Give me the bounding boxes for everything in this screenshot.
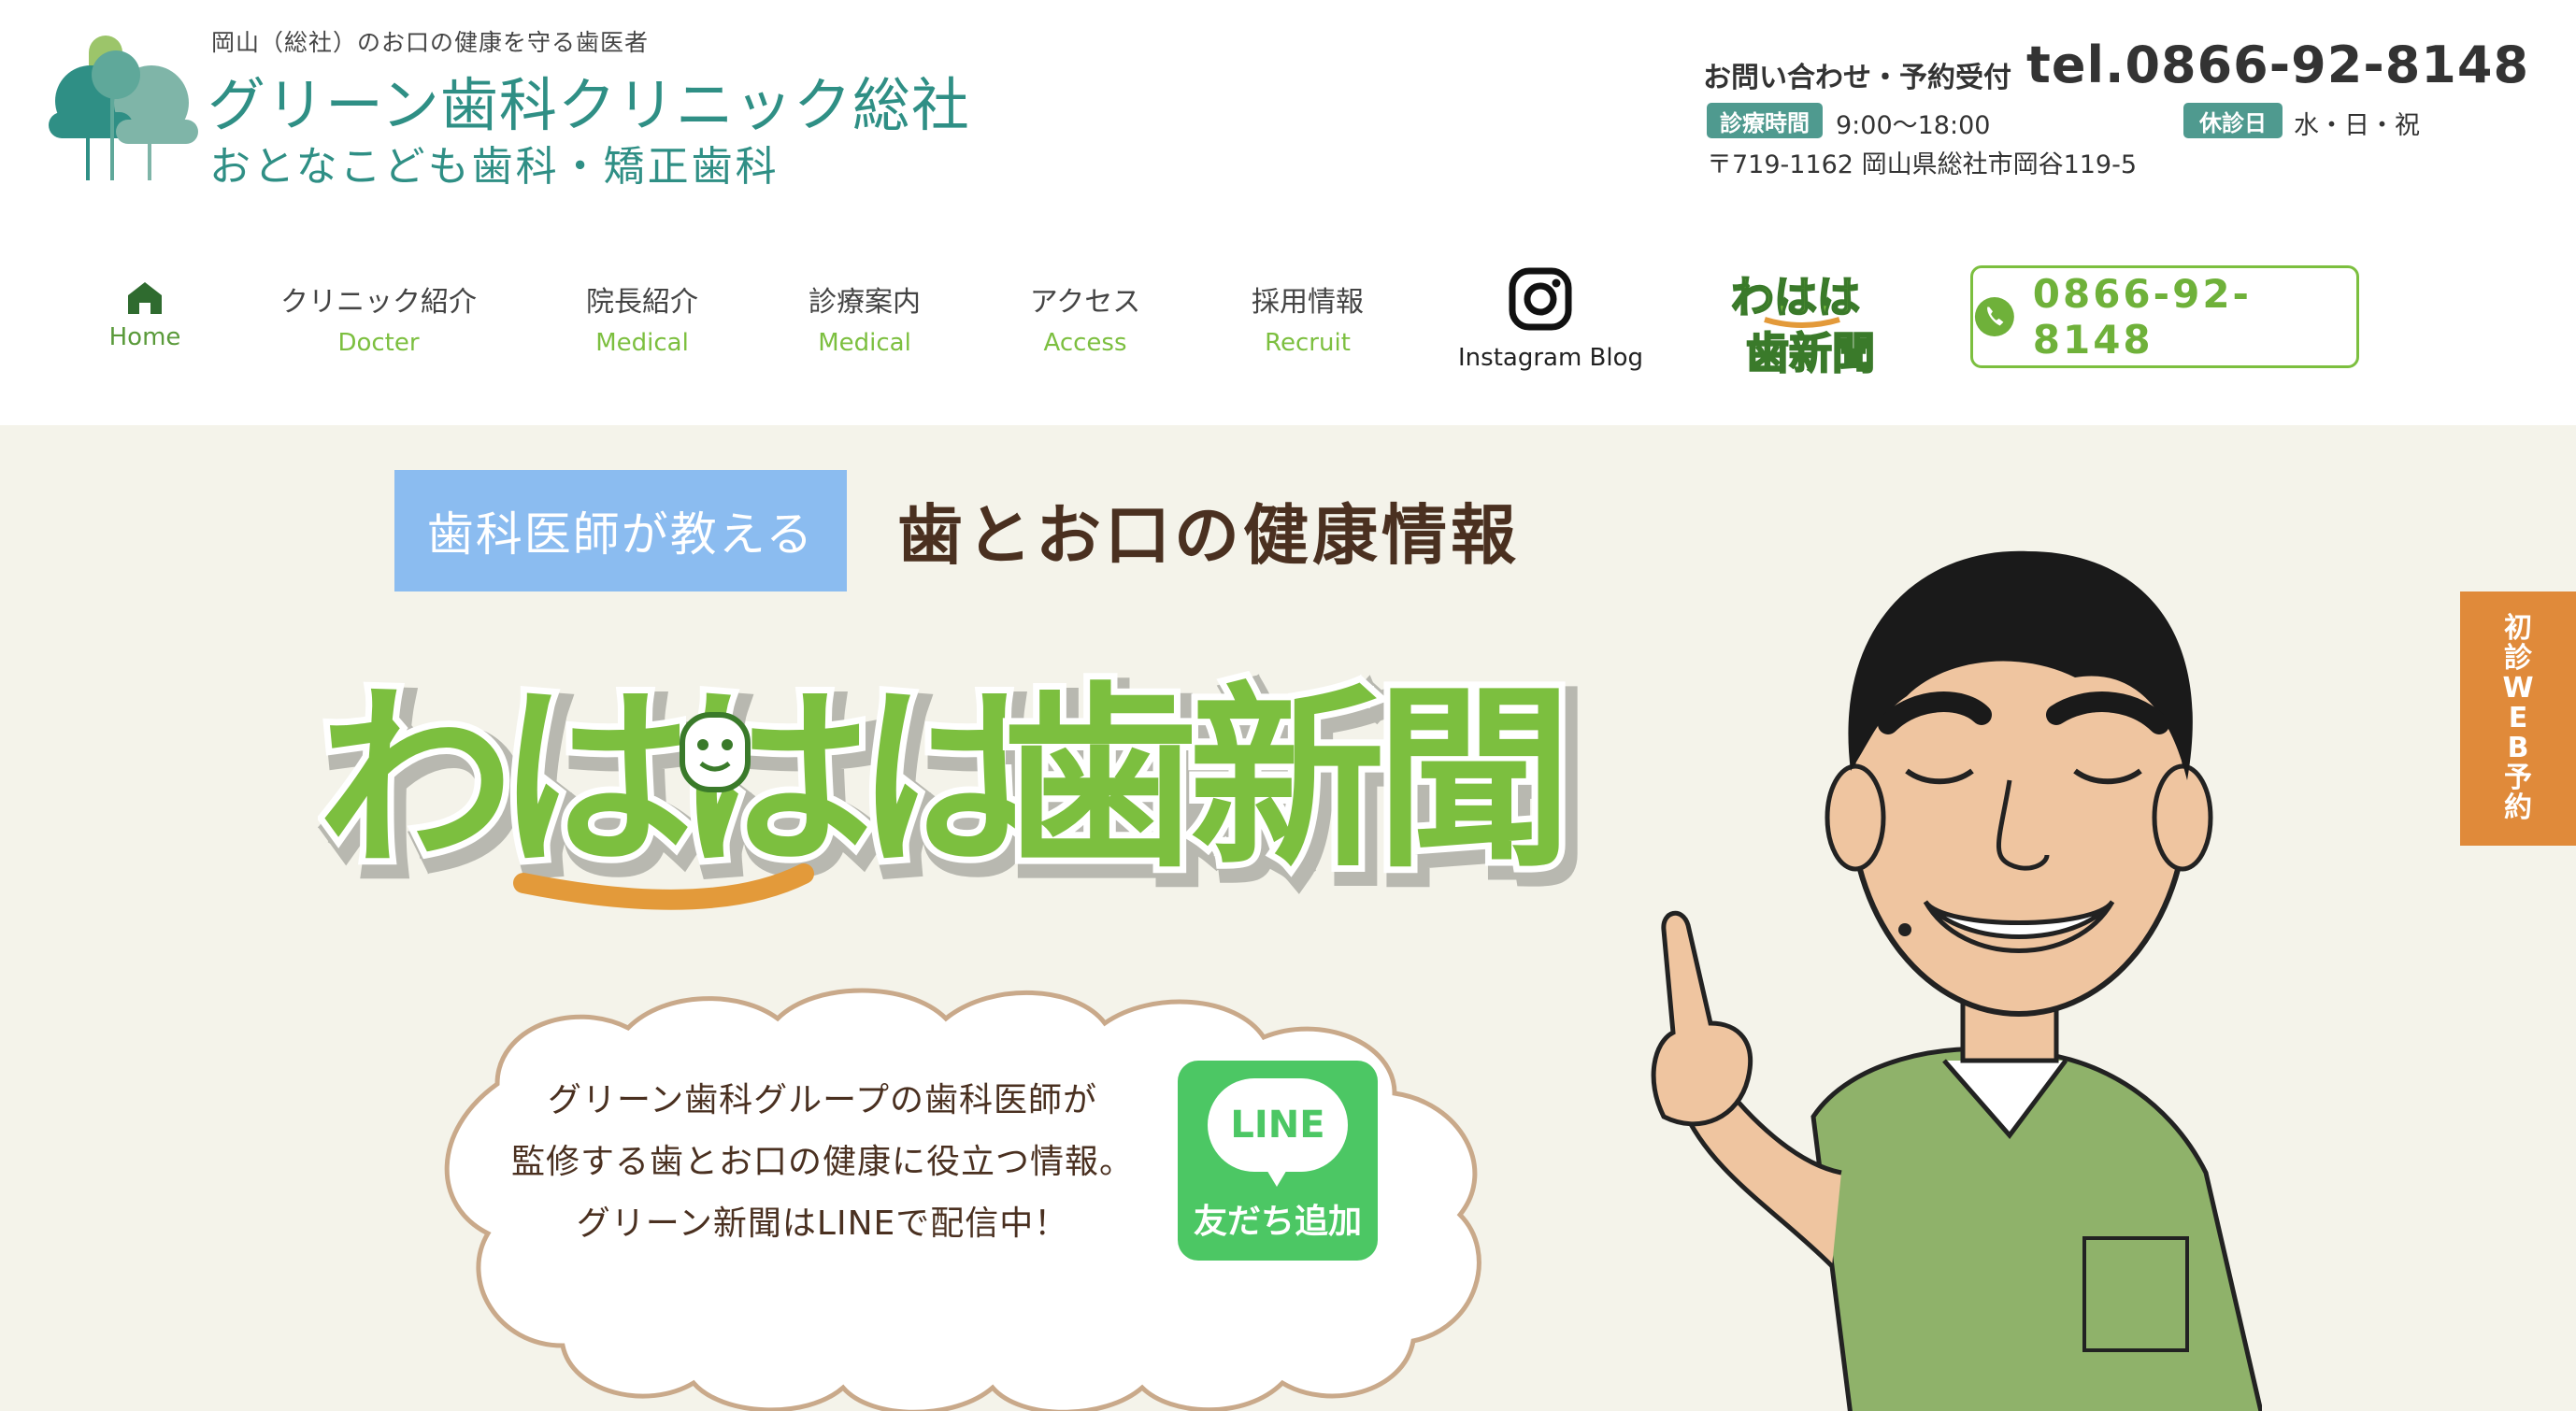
nav-clinic-jp: クリニック紹介 <box>280 286 477 319</box>
svg-text:歯新聞: 歯新聞 <box>1746 328 1875 378</box>
line-logo: LINE <box>1208 1078 1348 1187</box>
phone-icon <box>1974 297 2014 336</box>
tagline: 岡山（総社）のお口の健康を守る歯医者 <box>211 29 650 56</box>
side-tab-char-3: W <box>2502 672 2534 705</box>
hero-label: 歯科医師が教える <box>394 470 847 591</box>
contact-tel[interactable]: tel.0866-92-8148 <box>2026 36 2529 94</box>
nav-director-en: Medical <box>595 329 689 357</box>
closed-value: 水・日・祝 <box>2294 111 2420 140</box>
closed-badge: 休診日 <box>2183 103 2283 138</box>
nav-home-label: Home <box>108 323 181 351</box>
nav-director-jp: 院長紹介 <box>586 286 698 319</box>
line-add-friend-label: 友だち追加 <box>1193 1203 1362 1241</box>
side-tab-char-2: 診 <box>2504 642 2532 675</box>
nav-home[interactable]: Home <box>103 278 187 351</box>
nav-recruit[interactable]: 採用情報 Recruit <box>1245 278 1370 357</box>
cloud-text: グリーン歯科グループの歯科医師が 監修する歯とお口の健康に役立つ情報。 グリーン… <box>486 1070 1159 1255</box>
tree-logo-icon[interactable] <box>49 26 198 180</box>
side-tab-char-5: B <box>2507 732 2529 764</box>
cloud-line-1: グリーン歯科グループの歯科医師が <box>547 1081 1098 1119</box>
clinic-subtitle: おとなこども歯科・矯正歯科 <box>209 143 780 191</box>
nav-treatment[interactable]: 診療案内 Medical <box>802 278 927 357</box>
instagram-icon <box>1509 267 1571 331</box>
nav-clinic[interactable]: クリニック紹介 Docter <box>277 278 480 357</box>
tel-button[interactable]: 0866-92-8148 <box>1970 265 2359 368</box>
address: 〒719-1162 岡山県総社市岡谷119-5 <box>1707 150 2138 179</box>
hero-section: 歯科医師が教える 歯とお口の健康情報 わははは わははは 歯新聞 歯新聞 グリー… <box>0 425 2576 1411</box>
svg-text:歯新聞: 歯新聞 <box>1002 665 1563 894</box>
instagram-label: Instagram Blog <box>1458 344 1644 372</box>
side-tab-char-4: E <box>2508 702 2528 734</box>
wahaha-big-logo: わははは わははは 歯新聞 歯新聞 <box>318 659 1580 915</box>
contact-label: お問い合わせ・予約受付 <box>1703 62 2011 94</box>
hours-value: 9:00〜18:00 <box>1836 111 1991 140</box>
hours-badge: 診療時間 <box>1707 103 1823 138</box>
first-visit-web-booking-tab[interactable]: 初 診 W E B 予 約 <box>2460 591 2576 846</box>
wahaha-newspaper-logo[interactable]: わはは 歯新聞 <box>1727 264 1896 378</box>
svg-text:わははは: わははは <box>318 665 1047 894</box>
side-tab-char-1: 初 <box>2504 612 2532 645</box>
nav-director[interactable]: 院長紹介 Medical <box>580 278 705 357</box>
nav-recruit-jp: 採用情報 <box>1252 286 1364 319</box>
home-icon <box>128 282 162 314</box>
clinic-name[interactable]: グリーン歯科クリニック総社 <box>208 58 970 142</box>
nav-clinic-en: Docter <box>337 329 420 357</box>
cloud-line-3: グリーン新聞はLINEで配信中！ <box>576 1204 1069 1243</box>
nav-treatment-en: Medical <box>818 329 911 357</box>
nav-access-en: Access <box>1043 329 1127 357</box>
nav-access-jp: アクセス <box>1029 286 1141 319</box>
nav-instagram[interactable]: Instagram Blog <box>1458 265 1644 372</box>
side-tab-char-7: 約 <box>2504 791 2532 824</box>
cloud-line-2: 監修する歯とお口の健康に役立つ情報。 <box>510 1143 1134 1181</box>
nav-access[interactable]: アクセス Access <box>1023 278 1148 357</box>
doctor-illustration <box>1651 550 2262 1411</box>
side-tab-char-6: 予 <box>2504 762 2532 794</box>
tel-button-number: 0866-92-8148 <box>2032 271 2252 363</box>
hero-title: 歯とお口の健康情報 <box>897 497 1520 574</box>
site-header: 岡山（総社）のお口の健康を守る歯医者 グリーン歯科クリニック総社 おとなこども歯… <box>0 0 2576 425</box>
nav-treatment-jp: 診療案内 <box>809 286 921 319</box>
nav-recruit-en: Recruit <box>1265 329 1351 357</box>
svg-text:わはは: わはは <box>1731 272 1860 322</box>
line-add-friend-button[interactable]: LINE 友だち追加 <box>1178 1061 1378 1261</box>
